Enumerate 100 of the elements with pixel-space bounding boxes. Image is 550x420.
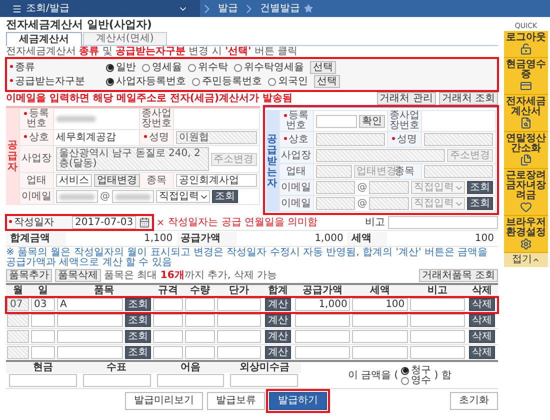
quantity-field[interactable] xyxy=(185,314,215,327)
spec-field[interactable] xyxy=(153,298,183,311)
day-field[interactable]: 03 xyxy=(31,298,55,311)
button[interactable]: 확인 xyxy=(358,114,385,128)
tax-field[interactable] xyxy=(352,346,408,359)
unit-price-field[interactable] xyxy=(217,298,261,311)
quantity-field[interactable] xyxy=(185,346,215,359)
month-field[interactable] xyxy=(7,346,29,359)
supply-amount-field[interactable] xyxy=(295,330,350,343)
breadcrumb-link[interactable]: 발급 xyxy=(214,4,242,14)
reset-button[interactable]: 초기화 xyxy=(450,392,498,410)
memo-field[interactable] xyxy=(388,216,498,229)
action-button[interactable]: 발급미리보기 xyxy=(125,392,203,410)
supply-amount-field[interactable] xyxy=(295,314,350,327)
breadcrumb-link[interactable]: 건별발급 xyxy=(256,4,304,14)
note-field[interactable] xyxy=(410,314,465,327)
delete-button[interactable]: 삭제 xyxy=(469,346,495,359)
button[interactable]: 거래처품목 조회 xyxy=(418,269,498,282)
day-field[interactable] xyxy=(31,346,55,359)
calculate-button[interactable]: 계산 xyxy=(265,330,291,343)
input-field[interactable] xyxy=(112,190,154,203)
calendar-icon[interactable] xyxy=(139,217,150,228)
day-field[interactable] xyxy=(31,330,55,343)
input-field[interactable]: 서비스 xyxy=(56,174,92,187)
item-name-field[interactable] xyxy=(57,330,123,343)
quantity-field[interactable] xyxy=(185,330,215,343)
button[interactable]: 품목삭제 xyxy=(55,269,101,282)
button[interactable]: 조회 xyxy=(125,298,151,311)
note-field[interactable] xyxy=(410,298,465,311)
date-field[interactable]: 2017-07-03 xyxy=(72,216,136,229)
item-name-field[interactable] xyxy=(57,346,123,359)
input-field[interactable] xyxy=(56,190,98,203)
spec-field[interactable] xyxy=(153,330,183,343)
calculate-button[interactable]: 계산 xyxy=(265,314,291,327)
tab[interactable]: 계산서(면세) xyxy=(83,32,167,45)
radio-button[interactable]: 사업자등록번호 xyxy=(106,76,186,86)
supply-amount-field[interactable] xyxy=(295,346,350,359)
quick-menu-item[interactable]: 연말정산간소화 xyxy=(504,132,548,169)
input-field[interactable] xyxy=(316,114,357,128)
radio-button[interactable]: 영세율 xyxy=(142,62,182,72)
tab[interactable]: 세금계산서 xyxy=(6,32,82,46)
tax-field[interactable] xyxy=(352,330,408,343)
note-field[interactable] xyxy=(410,346,465,359)
month-field[interactable] xyxy=(7,314,29,327)
quantity-field[interactable] xyxy=(185,298,215,311)
spec-field[interactable] xyxy=(153,346,183,359)
month-field[interactable] xyxy=(7,330,29,343)
unit-price-field[interactable] xyxy=(217,346,261,359)
radio-button[interactable]: 외국인 xyxy=(268,76,308,86)
radio-button[interactable]: 영수 xyxy=(401,376,432,386)
collapse-button[interactable]: 접기 xyxy=(504,253,548,267)
button[interactable]: 조회 xyxy=(125,346,151,359)
button[interactable]: 조회 xyxy=(125,330,151,343)
radio-button[interactable]: 위수탁영세율 xyxy=(234,62,304,72)
total-label: 공급가액 xyxy=(176,232,237,246)
note-field[interactable] xyxy=(410,330,465,343)
quick-menu-item[interactable]: 로그아웃 xyxy=(504,31,548,58)
quick-menu-item[interactable]: 전자세금계산서 xyxy=(504,95,548,132)
amount-field[interactable] xyxy=(230,374,298,387)
supply-amount-field[interactable]: 1,000 xyxy=(295,298,350,311)
tax-field[interactable] xyxy=(352,314,408,327)
calculate-button[interactable]: 계산 xyxy=(265,346,291,359)
amount-field[interactable] xyxy=(156,374,224,387)
item-name-field[interactable] xyxy=(57,314,123,327)
button[interactable]: 조회 xyxy=(212,190,238,203)
delete-button[interactable]: 삭제 xyxy=(469,314,495,327)
unit-price-field[interactable] xyxy=(217,314,261,327)
calculate-button[interactable]: 계산 xyxy=(265,298,291,311)
unit-price-field[interactable] xyxy=(217,330,261,343)
menu-dropdown[interactable]: 조회/발급 xyxy=(0,0,200,17)
radio-button[interactable]: 위수탁 xyxy=(188,62,228,72)
radio-button[interactable]: 청구 xyxy=(401,366,432,376)
select-button[interactable]: 선택 xyxy=(310,61,336,74)
action-button[interactable]: 발급하기 xyxy=(269,392,327,410)
quick-menu-item[interactable]: 현금영수증 xyxy=(504,58,548,95)
item-name-field[interactable]: A xyxy=(57,298,123,311)
clear-icon[interactable] xyxy=(156,218,166,227)
quick-menu-item[interactable]: 근로장려금자녀장려금 xyxy=(504,169,548,216)
action-button[interactable]: 발급보류 xyxy=(207,392,265,410)
delete-button[interactable]: 삭제 xyxy=(469,330,495,343)
button[interactable]: 업태변경 xyxy=(94,174,140,187)
input-field[interactable]: 공인회계사업 xyxy=(176,174,257,187)
domain-select[interactable]: 직접입력 xyxy=(156,190,210,203)
delete-button[interactable]: 삭제 xyxy=(469,298,495,311)
amount-field[interactable] xyxy=(82,374,151,387)
amount-field[interactable] xyxy=(9,374,77,387)
spec-field[interactable] xyxy=(153,314,183,327)
tax-field[interactable]: 100 xyxy=(352,298,408,311)
radio-button[interactable]: 주민등록번호 xyxy=(192,76,262,86)
star-icon[interactable] xyxy=(304,4,313,13)
button[interactable]: 거래처 관리 xyxy=(376,92,436,105)
day-field[interactable] xyxy=(31,314,55,327)
button[interactable]: 거래처 조회 xyxy=(438,92,498,105)
blurred-text xyxy=(59,194,95,200)
month-field[interactable]: 07 xyxy=(7,298,29,311)
radio-button[interactable]: 일반 xyxy=(106,62,136,72)
button[interactable]: 조회 xyxy=(125,314,151,327)
select-button[interactable]: 선택 xyxy=(314,75,340,88)
column-header: 규격 xyxy=(158,285,178,296)
button[interactable]: 품목추가 xyxy=(6,269,52,282)
